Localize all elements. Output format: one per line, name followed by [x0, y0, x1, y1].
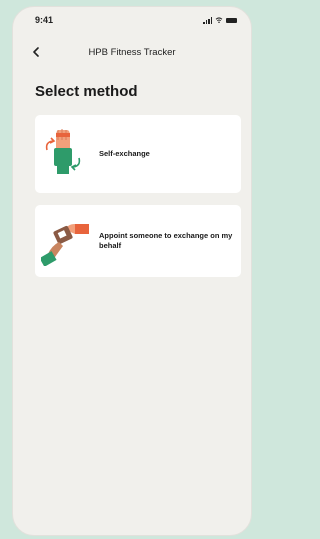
- status-bar: 9:41: [13, 7, 251, 33]
- option-label: Appoint someone to exchange on my behalf: [99, 230, 233, 250]
- phone-screen: 9:41 HPB Fitness Tracker Select method S…: [12, 6, 252, 536]
- nav-bar: HPB Fitness Tracker: [13, 41, 251, 63]
- back-button[interactable]: [29, 45, 43, 59]
- option-appoint-someone[interactable]: Appoint someone to exchange on my behalf: [35, 205, 241, 277]
- page-title: Select method: [35, 83, 138, 100]
- self-exchange-illustration: [35, 115, 99, 193]
- status-time: 9:41: [35, 15, 54, 25]
- wifi-icon: [215, 17, 223, 23]
- option-self-exchange[interactable]: Self-exchange: [35, 115, 241, 193]
- signal-icon: [203, 16, 212, 24]
- nav-title: HPB Fitness Tracker: [88, 46, 176, 58]
- chevron-left-icon: [33, 47, 39, 57]
- handover-illustration: [35, 205, 99, 277]
- battery-icon: [226, 17, 237, 23]
- status-icons: [203, 16, 237, 24]
- option-label: Self-exchange: [99, 148, 150, 158]
